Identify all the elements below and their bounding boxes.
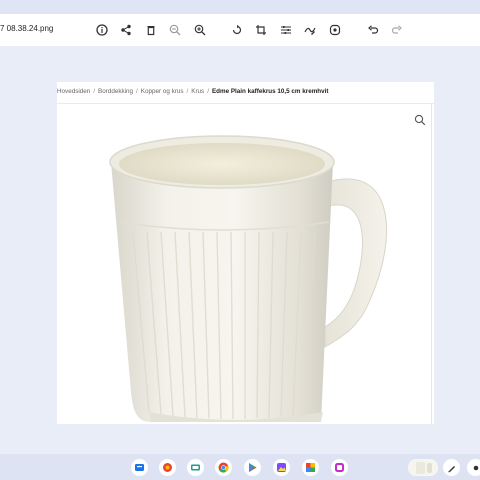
breadcrumb: Hovedsiden / Borddekking / Kopper og krus / Kr… [57,88,329,95]
info-icon[interactable] [95,23,109,37]
search-icon[interactable] [414,114,426,126]
play-store-icon[interactable] [244,459,261,476]
product-image-mug [109,135,387,422]
breadcrumb-separator: / [186,88,189,95]
photos-icon[interactable] [159,459,176,476]
window-top-strip [0,0,480,14]
breadcrumb-item[interactable]: Borddekking [98,88,133,95]
meet-icon[interactable] [187,459,204,476]
menu-icon[interactable] [467,459,480,476]
crop-icon[interactable] [254,23,268,37]
delete-icon[interactable] [144,23,158,37]
markup-icon[interactable] [303,23,317,37]
redo-icon[interactable] [390,23,404,37]
breadcrumb-separator: / [207,88,209,95]
slides-icon[interactable] [302,459,319,476]
adjust-icon[interactable] [279,23,293,37]
zoom-in-icon[interactable] [193,23,207,37]
chrome-icon[interactable] [215,459,232,476]
share-icon[interactable] [119,23,133,37]
file-name: 7 08.38.24.png [0,24,54,33]
breadcrumb-item[interactable]: Hovedsiden [57,88,90,95]
media-app-icon[interactable] [331,459,348,476]
stylus-icon[interactable] [443,459,460,476]
divider [57,103,434,104]
product-title: Edme Plain kaffekrus 10,5 cm kremhvit [211,88,329,95]
breadcrumb-item[interactable]: Kopper og krus [141,88,184,95]
rotate-icon[interactable] [230,23,244,37]
divider [431,104,432,424]
undo-icon[interactable] [366,23,380,37]
breadcrumb-item[interactable]: Krus [191,88,204,95]
breadcrumb-separator: / [93,88,96,95]
breadcrumb-separator: / [136,88,138,95]
taskbar-shelf [0,454,480,480]
lens-icon[interactable] [328,23,342,37]
holding-space-thumbnail[interactable] [408,459,438,476]
screenshot-content: Hovedsiden / Borddekking / Kopper og krus / Kr… [57,82,434,424]
gallery-icon[interactable] [273,459,290,476]
files-icon[interactable] [131,459,148,476]
zoom-out-icon[interactable] [168,23,182,37]
image-viewer-toolbar: 7 08.38.24.png [0,14,480,46]
